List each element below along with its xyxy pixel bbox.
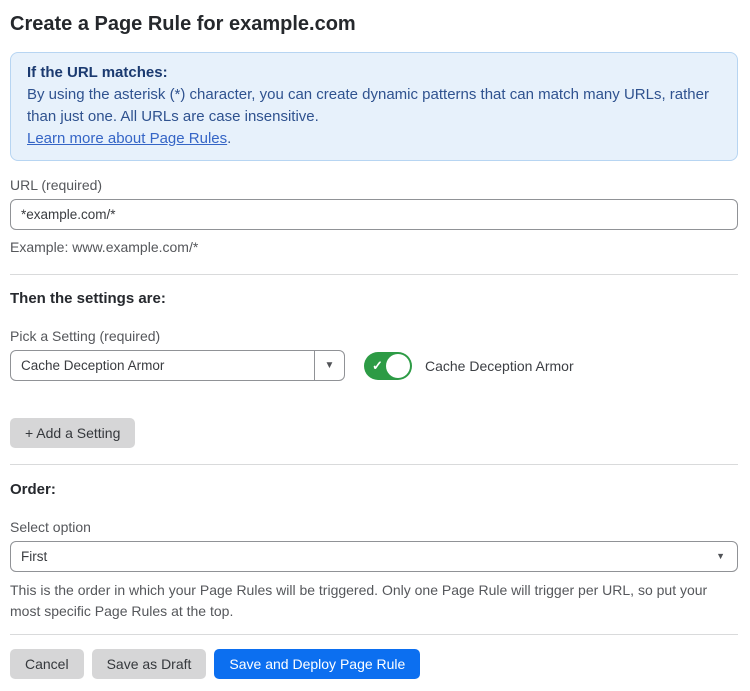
link-suffix: . bbox=[227, 130, 231, 147]
info-link-line: Learn more about Page Rules. bbox=[27, 128, 721, 150]
settings-section-heading: Then the settings are: bbox=[10, 290, 738, 308]
footer-actions: Cancel Save as Draft Save and Deploy Pag… bbox=[10, 649, 738, 679]
order-select[interactable]: First ▼ bbox=[10, 541, 738, 572]
toggle-label: Cache Deception Armor bbox=[425, 358, 574, 374]
order-section-heading: Order: bbox=[10, 481, 738, 499]
url-input[interactable] bbox=[10, 199, 738, 230]
divider bbox=[10, 464, 738, 465]
toggle-knob bbox=[386, 354, 410, 378]
url-field-label: URL (required) bbox=[10, 177, 738, 193]
setting-select-value: Cache Deception Armor bbox=[11, 351, 314, 380]
add-setting-button[interactable]: + Add a Setting bbox=[10, 418, 135, 448]
order-select-value: First bbox=[21, 549, 47, 564]
check-icon: ✓ bbox=[372, 358, 383, 374]
learn-more-link[interactable]: Learn more about Page Rules bbox=[27, 130, 227, 147]
url-match-info-box: If the URL matches: By using the asteris… bbox=[10, 52, 738, 161]
setting-select[interactable]: Cache Deception Armor ▼ bbox=[10, 350, 345, 381]
save-as-draft-button[interactable]: Save as Draft bbox=[92, 649, 207, 679]
url-example-helper: Example: www.example.com/* bbox=[10, 237, 738, 258]
setting-select-arrow-button[interactable]: ▼ bbox=[314, 351, 344, 380]
pick-setting-label: Pick a Setting (required) bbox=[10, 328, 738, 344]
setting-row: Cache Deception Armor ▼ ✓ Cache Deceptio… bbox=[10, 350, 738, 381]
divider bbox=[10, 634, 738, 635]
cancel-button[interactable]: Cancel bbox=[10, 649, 84, 679]
divider bbox=[10, 274, 738, 275]
page-rule-form: Create a Page Rule for example.com If th… bbox=[0, 12, 750, 679]
chevron-down-icon: ▼ bbox=[325, 361, 335, 371]
page-title: Create a Page Rule for example.com bbox=[10, 12, 738, 36]
save-and-deploy-button[interactable]: Save and Deploy Page Rule bbox=[214, 649, 420, 679]
info-box-heading: If the URL matches: bbox=[27, 62, 721, 84]
info-box-body: By using the asterisk (*) character, you… bbox=[27, 84, 721, 128]
order-select-label: Select option bbox=[10, 519, 738, 535]
order-helper-text: This is the order in which your Page Rul… bbox=[10, 580, 738, 622]
cache-deception-armor-toggle[interactable]: ✓ bbox=[364, 352, 412, 380]
chevron-down-icon: ▼ bbox=[716, 552, 725, 561]
